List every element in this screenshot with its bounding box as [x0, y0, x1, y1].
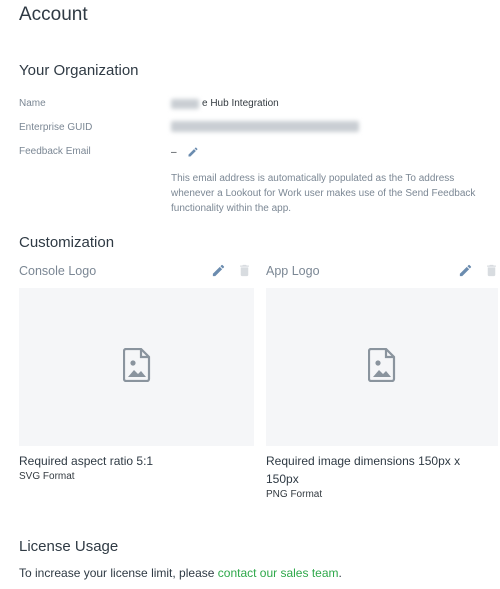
enterprise-guid-value: [171, 121, 359, 132]
console-logo-format: SVG Format: [19, 471, 75, 482]
guid-label: Enterprise GUID: [19, 122, 93, 133]
feedback-email-value: –: [171, 146, 199, 158]
trash-icon[interactable]: [237, 263, 252, 278]
console-logo-actions: [211, 263, 252, 278]
contact-sales-link[interactable]: contact our sales team: [218, 566, 339, 580]
image-file-icon: [367, 347, 396, 387]
page-title: Account: [19, 4, 88, 25]
trash-icon[interactable]: [484, 263, 499, 278]
customization-heading: Customization: [19, 234, 115, 251]
license-text-suffix: .: [338, 566, 342, 580]
redacted-text: [171, 98, 199, 109]
image-file-icon: [122, 347, 151, 387]
app-logo-requirement: Required image dimensions 150px x 150px: [266, 452, 460, 488]
organization-name-value: e Hub Integration: [171, 98, 279, 109]
feedback-email-text: –: [171, 146, 177, 158]
feedback-email-label: Feedback Email: [19, 146, 91, 157]
console-logo-requirement: Required aspect ratio 5:1: [19, 454, 154, 468]
license-text: To increase your license limit, please c…: [19, 566, 342, 580]
pencil-icon[interactable]: [458, 263, 473, 278]
pencil-icon[interactable]: [187, 146, 199, 158]
redacted-guid: [171, 121, 359, 132]
console-logo-title: Console Logo: [19, 264, 97, 278]
license-text-prefix: To increase your license limit, please: [19, 566, 218, 580]
organization-heading: Your Organization: [19, 62, 139, 79]
app-logo-requirement-line1: Required image dimensions 150px x: [266, 454, 461, 468]
app-logo-actions: [458, 263, 499, 278]
name-label: Name: [19, 98, 46, 109]
organization-name-text: e Hub Integration: [202, 98, 279, 109]
feedback-help-text: This email address is automatically popu…: [171, 173, 476, 214]
app-logo-title: App Logo: [266, 264, 320, 278]
license-heading: License Usage: [19, 538, 119, 555]
app-logo-format: PNG Format: [266, 489, 323, 500]
account-page: Account Your Organization Name e Hub Int…: [0, 0, 500, 589]
app-logo-requirement-line2: 150px: [266, 472, 299, 486]
app-logo-preview[interactable]: [266, 288, 498, 446]
pencil-icon[interactable]: [211, 263, 226, 278]
console-logo-preview[interactable]: [19, 288, 254, 446]
